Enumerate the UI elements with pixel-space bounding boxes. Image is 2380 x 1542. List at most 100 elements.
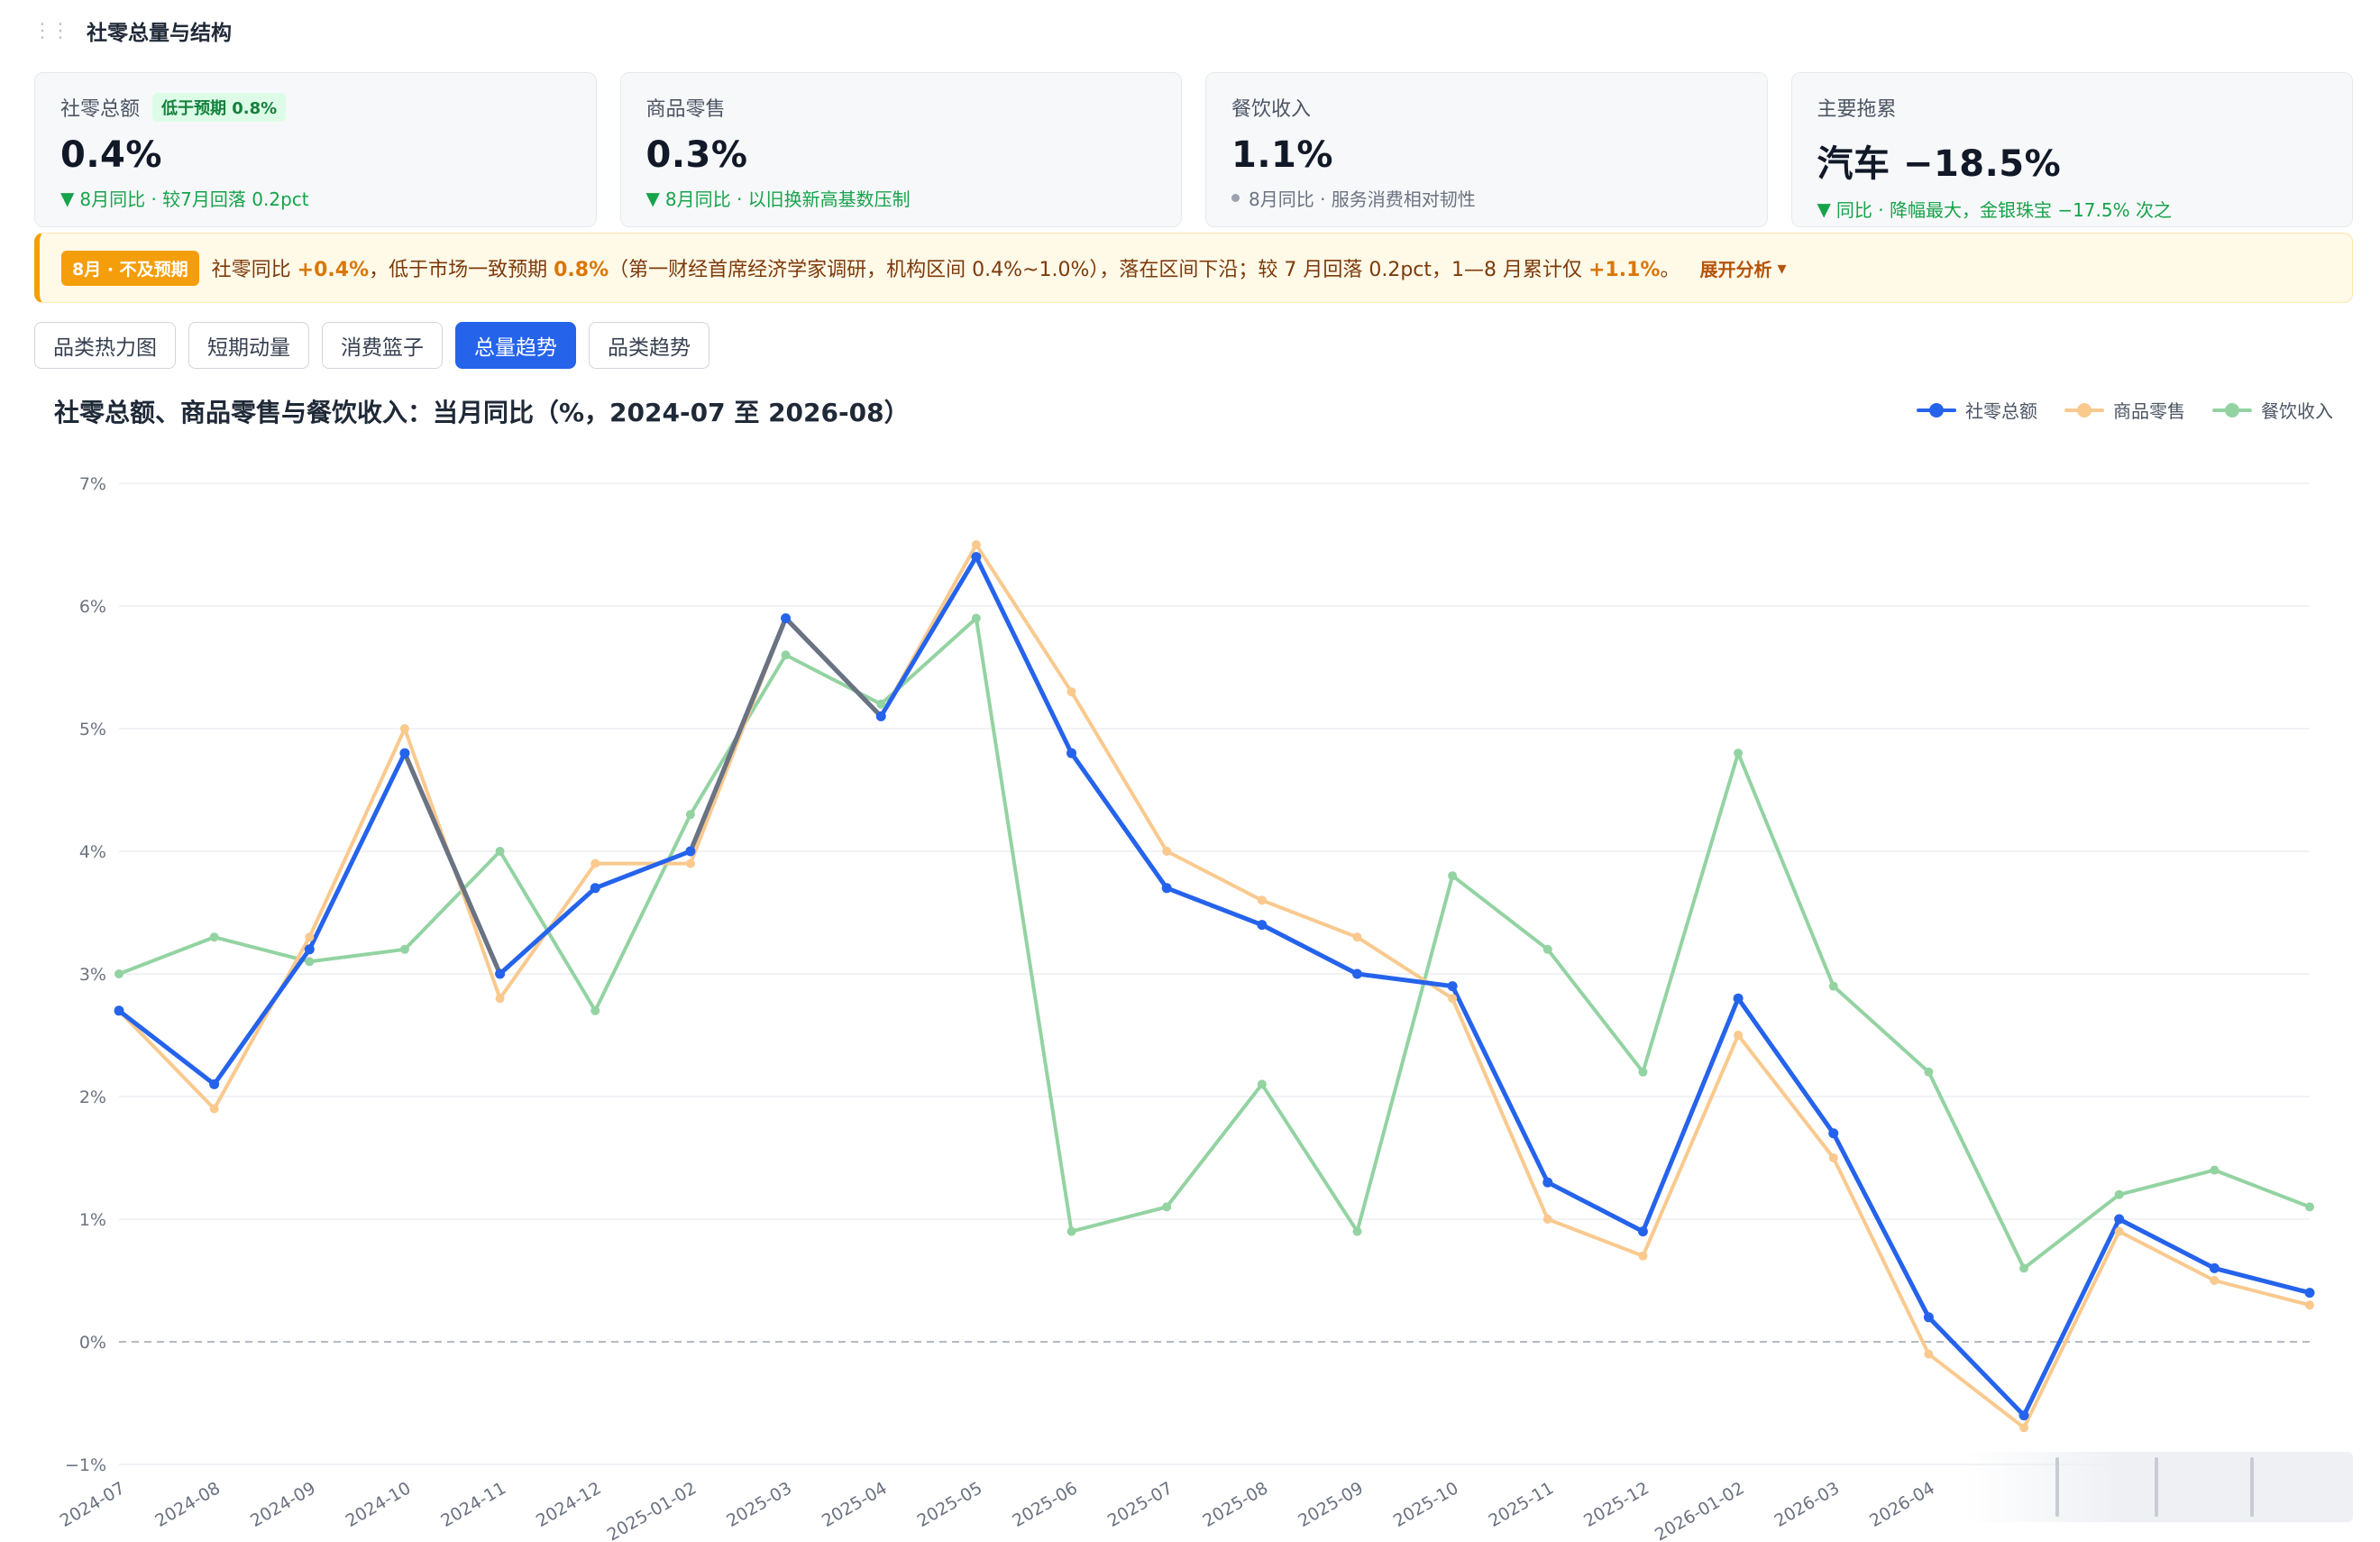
x-tick-label: 2025-01-02 [604,1478,700,1542]
alert-banner: 8月 · 不及预期 社零同比 +0.4%，低于市场一致预期 0.8%（第一财经首… [34,233,2353,303]
tab-consumer-basket[interactable]: 消费篮子 [322,322,443,369]
chart-legend: 社零总额 商品零售 餐饮收入 [1917,397,2333,423]
data-point [495,994,505,1004]
data-point [1162,847,1172,856]
data-point [114,969,124,978]
kpi-label: 主要拖累 [1817,98,1897,121]
kpi-subtext: ▼ 同比 · 降幅最大，金银珠宝 −17.5% 次之 [1817,196,2328,222]
y-tick-label: 2% [79,1088,106,1107]
slider-handle[interactable] [2055,1457,2059,1517]
kpi-label: 餐饮收入 [1231,98,1312,121]
down-triangle-icon: ▼ [645,187,660,209]
data-point [305,932,315,942]
kpi-subtext: ▼ 8月同比 · 以旧换新高基数压制 [646,185,1157,211]
tab-total-trend[interactable]: 总量趋势 [455,322,576,369]
kpi-value: 0.3% [645,134,748,176]
data-point [1448,994,1458,1004]
highlight-segment [783,616,883,719]
kpi-label: 商品零售 [645,98,726,121]
data-point [1447,981,1458,992]
data-point [399,944,409,954]
down-triangle-icon: ▼ [1817,197,1831,220]
x-tick-label: 2024-08 [151,1478,224,1531]
data-point [685,810,695,820]
data-point [590,1005,600,1015]
data-point [2210,1165,2220,1175]
x-tick-label: 2024-10 [343,1478,415,1531]
slider-handle[interactable] [2250,1457,2254,1517]
x-tick-label: 2024-12 [533,1478,605,1531]
data-point [2019,1423,2029,1433]
x-tick-label: 2025-07 [1104,1478,1176,1531]
data-point [1257,895,1267,905]
data-point [305,957,315,967]
x-tick-label: 2026-04 [1866,1478,1938,1531]
data-point [1828,1128,1839,1139]
drag-handle-icon[interactable]: ⋮⋮ [32,20,70,42]
tab-short-term-momentum[interactable]: 短期动量 [188,322,309,369]
x-tick-label: 2025-12 [1580,1478,1652,1531]
data-point [2210,1276,2220,1285]
data-point [2305,1202,2314,1212]
x-tick-label: 2025-05 [914,1478,986,1531]
data-point [685,858,695,868]
x-tick-label: 2024-09 [247,1478,319,1531]
x-tick-label: 2024-07 [57,1478,129,1531]
legend-label: 社零总额 [1965,400,2037,422]
x-tick-label: 2025-06 [1009,1478,1081,1531]
legend-label: 商品零售 [2113,400,2185,422]
data-point [1066,748,1077,758]
y-tick-label: 4% [79,842,106,862]
chart-zoom-slider[interactable] [1965,1452,2353,1522]
data-point [2305,1300,2314,1310]
slider-handle[interactable] [2155,1457,2158,1517]
neutral-dot-icon [1231,194,1240,202]
kpi-subtext-label: 8月同比 · 较7月回落 0.2pct [79,188,309,210]
line-chart: −1% 0% 1% 2% 3% 4% 5% 6% 7% 2024-07 2024-08 2024-09… [57,474,2315,1542]
y-tick-label: −1% [65,1455,106,1475]
x-tick-label: 2025-08 [1200,1478,1272,1531]
legend-swatch [2212,402,2252,418]
expand-analysis-button[interactable]: 展开分析 ▾ [1699,255,1786,281]
kpi-card-catering: 餐饮收入 1.1% 8月同比 · 服务消费相对韧性 [1205,72,1768,227]
data-point [399,724,409,733]
data-point [2114,1189,2124,1199]
data-point [209,1104,219,1114]
tab-category-heatmap[interactable]: 品类热力图 [34,322,176,369]
series-line-goods [117,543,2311,1430]
panel-title: 社零总量与结构 [87,22,232,45]
legend-item-total[interactable]: 社零总额 [1917,397,2037,423]
x-tick-label: 2025-04 [819,1478,891,1531]
legend-item-catering[interactable]: 餐饮收入 [2212,397,2333,423]
data-point [875,711,886,721]
x-tick-label: 2026-01-02 [1652,1478,1748,1542]
down-triangle-icon: ▼ [60,187,75,209]
data-point [1923,1312,1934,1323]
kpi-value: 1.1% [1231,134,1333,176]
data-point [971,552,982,563]
x-tick-label: 2025-09 [1295,1478,1367,1531]
data-point [2209,1262,2220,1273]
tab-category-trend[interactable]: 品类趋势 [589,322,709,369]
data-point [590,858,600,868]
data-point [1638,1067,1648,1077]
data-point [2019,1263,2029,1273]
x-tick-label: 2025-11 [1486,1478,1558,1531]
legend-item-goods[interactable]: 商品零售 [2064,397,2185,423]
data-point [209,1078,220,1089]
expand-analysis-label: 展开分析 [1699,258,1772,280]
data-point [1637,1226,1648,1237]
data-point [781,613,792,624]
data-point [2304,1288,2315,1299]
data-point [1924,1349,1934,1359]
x-tick-label: 2025-03 [723,1478,795,1531]
data-point [1161,883,1172,894]
data-point [590,883,600,894]
kpi-card-total: 社零总额 低于预期 0.8% 0.4% ▼ 8月同比 · 较7月回落 0.2pc… [34,72,597,227]
data-point [1351,968,1362,979]
data-point [2114,1226,2124,1236]
data-point [1734,1031,1744,1040]
kpi-subtext-label: 同比 · 降幅最大，金银珠宝 −17.5% 次之 [1835,199,2172,221]
data-point [1828,1153,1838,1162]
data-point [209,932,219,942]
